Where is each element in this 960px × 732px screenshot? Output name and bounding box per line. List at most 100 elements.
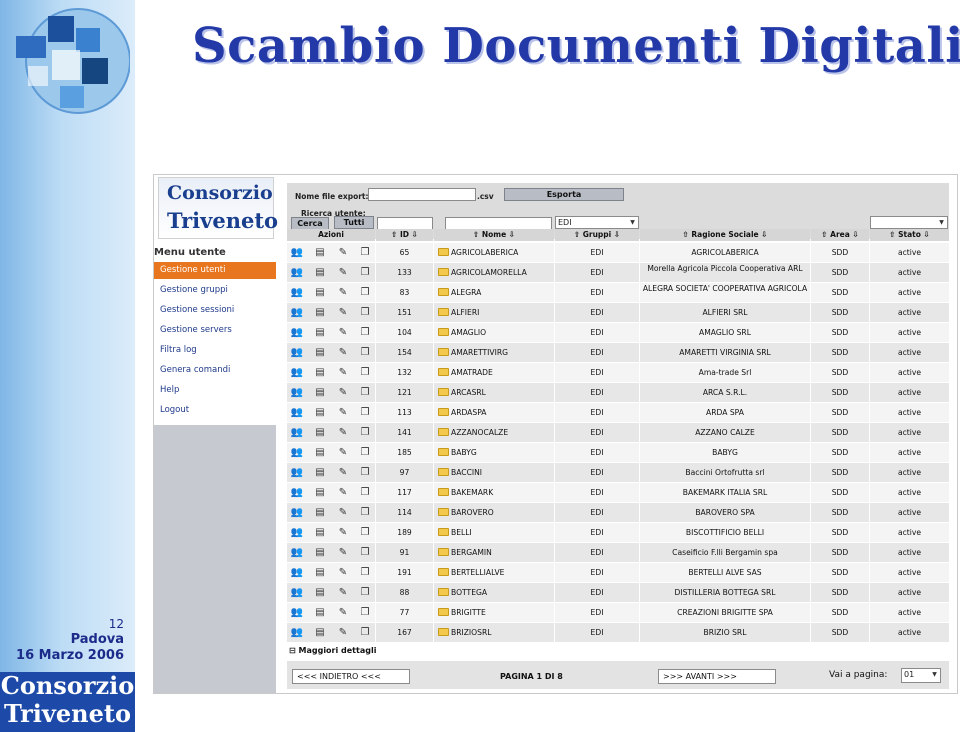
edit-icon[interactable]: ✎: [337, 367, 349, 378]
user-icon[interactable]: 👥: [291, 527, 303, 538]
table-row[interactable]: 👥 ▤ ✎ ❐ 154 AMARETTIVIRG EDI AMARETTI VIRGINIA …: [287, 343, 949, 363]
export-button[interactable]: Esporta: [504, 188, 624, 201]
document-icon[interactable]: ▤: [314, 447, 326, 458]
user-icon[interactable]: 👥: [291, 507, 303, 518]
user-icon[interactable]: 👥: [291, 247, 303, 258]
user-icon[interactable]: 👥: [291, 607, 303, 618]
table-row[interactable]: 👥 ▤ ✎ ❐ 104 AMAGLIO EDI AMAGLIO SRL SDD active: [287, 323, 949, 343]
edit-icon[interactable]: ✎: [337, 327, 349, 338]
export-filename-input[interactable]: [368, 188, 476, 201]
table-row[interactable]: 👥 ▤ ✎ ❐ 121 ARCASRL EDI ARCA S.R.L. SDD active: [287, 383, 949, 403]
copy-icon[interactable]: ❐: [359, 627, 371, 638]
edit-icon[interactable]: ✎: [337, 467, 349, 478]
back-button[interactable]: <<< INDIETRO <<<: [292, 669, 410, 684]
edit-icon[interactable]: ✎: [337, 267, 349, 278]
document-icon[interactable]: ▤: [314, 487, 326, 498]
user-icon[interactable]: 👥: [291, 587, 303, 598]
document-icon[interactable]: ▤: [314, 247, 326, 258]
sidebar-item[interactable]: Genera comandi: [154, 362, 276, 382]
user-icon[interactable]: 👥: [291, 487, 303, 498]
edit-icon[interactable]: ✎: [337, 247, 349, 258]
document-icon[interactable]: ▤: [314, 607, 326, 618]
table-row[interactable]: 👥 ▤ ✎ ❐ 191 BERTELLIALVE EDI BERTELLI ALVE SAS S…: [287, 563, 949, 583]
edit-icon[interactable]: ✎: [337, 307, 349, 318]
user-icon[interactable]: 👥: [291, 327, 303, 338]
col-status[interactable]: ⇧ Stato ⇩: [870, 229, 949, 241]
more-details-toggle[interactable]: ⊟ Maggiori dettagli: [289, 646, 376, 655]
user-icon[interactable]: 👥: [291, 407, 303, 418]
all-button[interactable]: Tutti: [334, 216, 374, 229]
copy-icon[interactable]: ❐: [359, 287, 371, 298]
edit-icon[interactable]: ✎: [337, 427, 349, 438]
edit-icon[interactable]: ✎: [337, 487, 349, 498]
document-icon[interactable]: ▤: [314, 267, 326, 278]
copy-icon[interactable]: ❐: [359, 587, 371, 598]
document-icon[interactable]: ▤: [314, 287, 326, 298]
table-row[interactable]: 👥 ▤ ✎ ❐ 97 BACCINI EDI Baccini Ortofrutta srl SD…: [287, 463, 949, 483]
table-row[interactable]: 👥 ▤ ✎ ❐ 77 BRIGITTE EDI CREAZIONI BRIGITTE SPA S…: [287, 603, 949, 623]
document-icon[interactable]: ▤: [314, 587, 326, 598]
table-row[interactable]: 👥 ▤ ✎ ❐ 113 ARDASPA EDI ARDA SPA SDD active: [287, 403, 949, 423]
user-icon[interactable]: 👥: [291, 447, 303, 458]
edit-icon[interactable]: ✎: [337, 607, 349, 618]
table-row[interactable]: 👥 ▤ ✎ ❐ 141 AZZANOCALZE EDI AZZANO CALZE SDD acti…: [287, 423, 949, 443]
table-row[interactable]: 👥 ▤ ✎ ❐ 117 BAKEMARK EDI BAKEMARK ITALIA SRL SDD…: [287, 483, 949, 503]
table-row[interactable]: 👥 ▤ ✎ ❐ 189 BELLI EDI BISCOTTIFICIO BELLI SDD act…: [287, 523, 949, 543]
edit-icon[interactable]: ✎: [337, 507, 349, 518]
user-icon[interactable]: 👥: [291, 427, 303, 438]
col-id[interactable]: ⇧ ID ⇩: [376, 229, 433, 241]
sidebar-item[interactable]: Gestione gruppi: [154, 282, 276, 302]
user-icon[interactable]: 👥: [291, 347, 303, 358]
edit-icon[interactable]: ✎: [337, 347, 349, 358]
table-row[interactable]: 👥 ▤ ✎ ❐ 88 BOTTEGA EDI DISTILLERIA BOTTEGA SRL S…: [287, 583, 949, 603]
document-icon[interactable]: ▤: [314, 567, 326, 578]
edit-icon[interactable]: ✎: [337, 387, 349, 398]
copy-icon[interactable]: ❐: [359, 567, 371, 578]
table-row[interactable]: 👥 ▤ ✎ ❐ 91 BERGAMIN EDI Caseificio F.lli Bergam…: [287, 543, 949, 563]
copy-icon[interactable]: ❐: [359, 347, 371, 358]
copy-icon[interactable]: ❐: [359, 367, 371, 378]
table-row[interactable]: 👥 ▤ ✎ ❐ 114 BAROVERO EDI BAROVERO SPA SDD active: [287, 503, 949, 523]
document-icon[interactable]: ▤: [314, 347, 326, 358]
copy-icon[interactable]: ❐: [359, 527, 371, 538]
goto-page-select[interactable]: 01 ▼: [901, 668, 941, 683]
user-icon[interactable]: 👥: [291, 267, 303, 278]
table-row[interactable]: 👥 ▤ ✎ ❐ 65 AGRICOLABERICA EDI AGRICOLABERICA SDD…: [287, 243, 949, 263]
group-filter-select[interactable]: EDI ▼: [555, 216, 639, 229]
sidebar-item[interactable]: Gestione servers: [154, 322, 276, 342]
table-row[interactable]: 👥 ▤ ✎ ❐ 132 AMATRADE EDI Ama-trade Srl SDD active: [287, 363, 949, 383]
table-row[interactable]: 👥 ▤ ✎ ❐ 167 BRIZIOSRL EDI BRIZIO SRL SDD active: [287, 623, 949, 643]
document-icon[interactable]: ▤: [314, 407, 326, 418]
copy-icon[interactable]: ❐: [359, 447, 371, 458]
col-groups[interactable]: ⇧ Gruppi ⇩: [555, 229, 639, 241]
copy-icon[interactable]: ❐: [359, 387, 371, 398]
table-row[interactable]: 👥 ▤ ✎ ❐ 83 ALEGRA EDI ALEGRA SOCIETA' COOPERATI…: [287, 283, 949, 303]
copy-icon[interactable]: ❐: [359, 507, 371, 518]
user-icon[interactable]: 👥: [291, 567, 303, 578]
table-row[interactable]: 👥 ▤ ✎ ❐ 151 ALFIERI EDI ALFIERI SRL SDD active: [287, 303, 949, 323]
col-area[interactable]: ⇧ Area ⇩: [811, 229, 869, 241]
user-icon[interactable]: 👥: [291, 547, 303, 558]
user-icon[interactable]: 👥: [291, 307, 303, 318]
table-row[interactable]: 👥 ▤ ✎ ❐ 185 BABYG EDI BABYG SDD active: [287, 443, 949, 463]
sidebar-item[interactable]: Filtra log: [154, 342, 276, 362]
document-icon[interactable]: ▤: [314, 527, 326, 538]
user-icon[interactable]: 👥: [291, 387, 303, 398]
copy-icon[interactable]: ❐: [359, 267, 371, 278]
edit-icon[interactable]: ✎: [337, 627, 349, 638]
table-row[interactable]: 👥 ▤ ✎ ❐ 133 AGRICOLAMORELLA EDI Morella Agricol…: [287, 263, 949, 283]
user-icon[interactable]: 👥: [291, 627, 303, 638]
copy-icon[interactable]: ❐: [359, 407, 371, 418]
edit-icon[interactable]: ✎: [337, 547, 349, 558]
document-icon[interactable]: ▤: [314, 367, 326, 378]
edit-icon[interactable]: ✎: [337, 587, 349, 598]
user-icon[interactable]: 👥: [291, 467, 303, 478]
next-button[interactable]: >>> AVANTI >>>: [658, 669, 776, 684]
copy-icon[interactable]: ❐: [359, 467, 371, 478]
document-icon[interactable]: ▤: [314, 307, 326, 318]
copy-icon[interactable]: ❐: [359, 307, 371, 318]
edit-icon[interactable]: ✎: [337, 527, 349, 538]
sidebar-item[interactable]: Help: [154, 382, 276, 402]
copy-icon[interactable]: ❐: [359, 487, 371, 498]
document-icon[interactable]: ▤: [314, 627, 326, 638]
